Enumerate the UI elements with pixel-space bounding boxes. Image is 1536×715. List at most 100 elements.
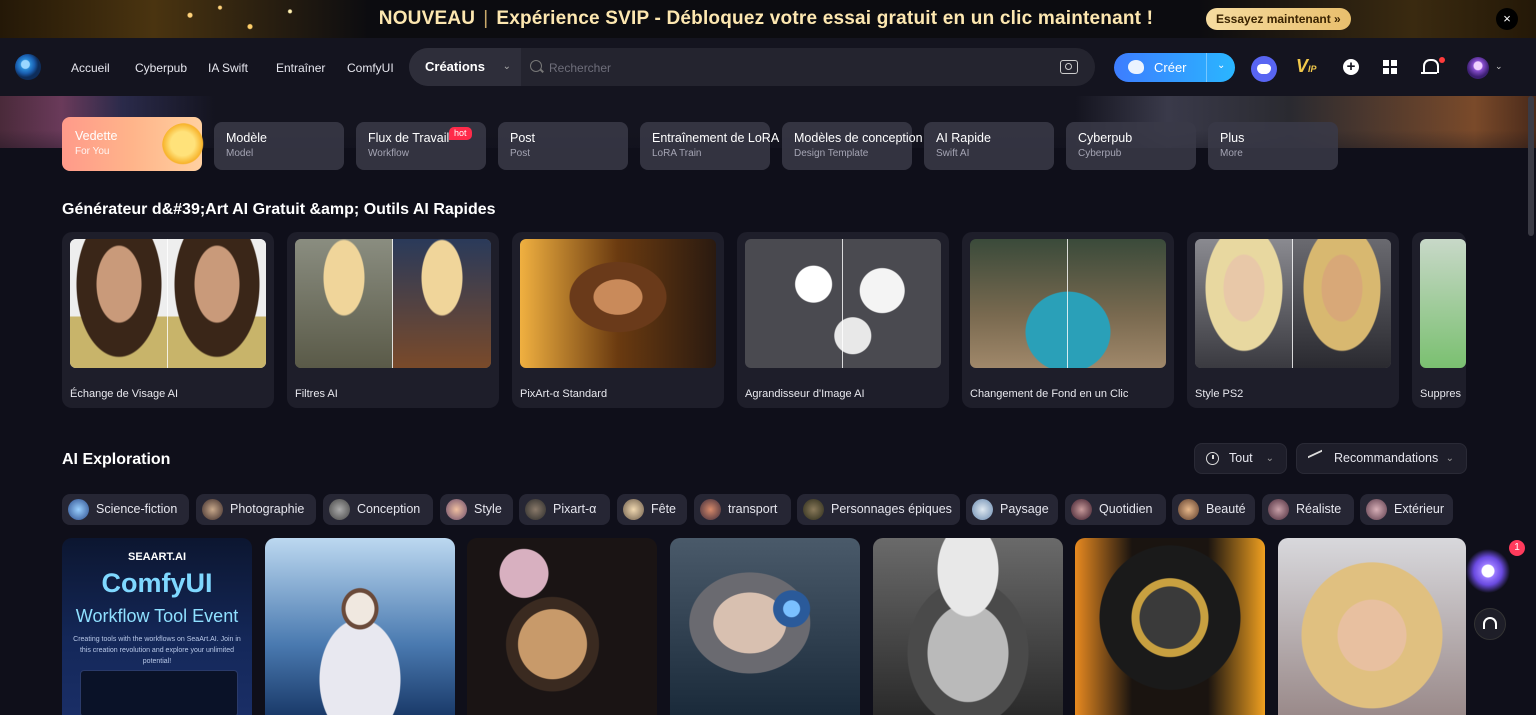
apps-grid-icon[interactable] [1383, 60, 1397, 74]
category-subtitle: Cyberpub [1078, 148, 1122, 159]
tool-label: Filtres AI [295, 388, 338, 400]
gallery-item-7[interactable] [1278, 538, 1466, 715]
gallery-item-5[interactable] [873, 538, 1063, 715]
chip-icon [1366, 499, 1387, 520]
category-workflow[interactable]: Flux de Travail Workflow hot [356, 122, 486, 170]
category-lora-train[interactable]: Entraînement de LoRA LoRA Train [640, 122, 780, 170]
tool-thumbnail [1420, 239, 1466, 368]
category-title: Cyberpub [1078, 131, 1133, 145]
category-more[interactable]: Plus More [1208, 122, 1338, 170]
category-swift-ai[interactable]: AI Rapide Swift AI [924, 122, 1054, 170]
scrollbar[interactable] [1528, 96, 1534, 236]
search-category-label: Créations [425, 59, 485, 74]
chip-quotidien[interactable]: Quotidien [1065, 494, 1166, 525]
chip-icon [202, 499, 223, 520]
promo-banner[interactable]: NOUVEAU | Expérience SVIP - Débloquez votr… [0, 0, 1536, 38]
nav-link-entrainer[interactable]: Entraîner [276, 61, 325, 75]
gallery-item-4[interactable] [670, 538, 860, 715]
avatar[interactable] [1467, 57, 1489, 79]
chip-conception[interactable]: Conception [323, 494, 433, 525]
tool-card-ps2-style[interactable]: Style PS2 [1187, 232, 1399, 408]
chip-pixart[interactable]: Pixart-α [519, 494, 610, 525]
chip-science-fiction[interactable]: Science-fiction [62, 494, 189, 525]
chip-paysage[interactable]: Paysage [966, 494, 1058, 525]
chevron-down-icon[interactable]: ⌄ [1495, 61, 1503, 72]
gallery-item-3[interactable] [467, 538, 657, 715]
ai-assistant-icon[interactable] [1462, 548, 1514, 594]
tool-label: Changement de Fond en un Clic [970, 388, 1129, 400]
promo-text: NOUVEAU | Expérience SVIP - Débloquez votr… [378, 8, 1154, 29]
tool-card-face-swap[interactable]: Échange de Visage AI [62, 232, 274, 408]
gallery-item-comfyui-event[interactable]: SEAART.AI ComfyUI Workflow Tool Event Cr… [62, 538, 252, 715]
event-subtitle: Workflow Tool Event [75, 606, 239, 626]
trending-icon [1308, 449, 1322, 467]
search-category-select[interactable]: Créations ⌄ [409, 48, 521, 86]
event-description: Creating tools with the workflows on Sea… [73, 636, 241, 665]
chip-exterieur[interactable]: Extérieur [1360, 494, 1453, 525]
gallery-item-6[interactable] [1075, 538, 1265, 715]
event-brand: SEAART.AI [128, 551, 187, 563]
chevron-down-icon[interactable]: ⌄ [1217, 60, 1225, 71]
bell-icon[interactable] [1421, 59, 1439, 74]
category-design-template[interactable]: Modèles de conception Design Template [782, 122, 923, 170]
chip-personnages-epiques[interactable]: Personnages épiques [797, 494, 960, 525]
plus-icon[interactable]: + [1343, 59, 1359, 75]
create-button[interactable]: Créer ⌄ [1114, 53, 1235, 82]
chip-icon [1268, 499, 1289, 520]
chip-icon [623, 499, 644, 520]
tool-card-filters[interactable]: Filtres AI [287, 232, 499, 408]
chip-icon [972, 499, 993, 520]
category-title: Post [510, 131, 536, 145]
sort-filter[interactable]: Recommandations ⌄ [1296, 443, 1467, 474]
nav-link-cyberpub[interactable]: Cyberpub [135, 61, 187, 75]
category-subtitle: Post [510, 148, 531, 159]
category-post[interactable]: Post Post [498, 122, 628, 170]
chevron-down-icon: ⌄ [1265, 453, 1274, 464]
nav-link-accueil[interactable]: Accueil [71, 61, 110, 75]
event-screenshot [80, 670, 238, 715]
tool-card-pixart[interactable]: PixArt-α Standard [512, 232, 724, 408]
chip-realiste[interactable]: Réaliste [1262, 494, 1354, 525]
event-title: ComfyUI [101, 568, 213, 598]
tool-card-background-change[interactable]: Changement de Fond en un Clic [962, 232, 1174, 408]
create-label: Créer [1154, 60, 1187, 75]
camera-icon[interactable] [1060, 60, 1078, 74]
chip-icon [700, 499, 721, 520]
search-input[interactable] [547, 57, 1051, 79]
tool-card-remover[interactable]: Suppres [1412, 232, 1466, 408]
chip-beaute[interactable]: Beauté [1172, 494, 1255, 525]
chip-style[interactable]: Style [440, 494, 513, 525]
chevron-down-icon: ⌄ [1445, 453, 1454, 464]
category-cyberpub[interactable]: Cyberpub Cyberpub [1066, 122, 1196, 170]
tool-label: Agrandisseur d'Image AI [745, 388, 865, 400]
tool-thumbnail [745, 239, 941, 368]
tool-thumbnail [970, 239, 1166, 368]
tool-thumbnail [520, 239, 716, 368]
time-filter-label: Tout [1229, 451, 1253, 465]
logo[interactable] [15, 54, 41, 80]
vip-icon[interactable]: VIP [1296, 56, 1317, 77]
chip-fete[interactable]: Fête [617, 494, 687, 525]
category-title: AI Rapide [936, 131, 991, 145]
close-icon[interactable]: × [1496, 8, 1518, 30]
tool-card-upscaler[interactable]: Agrandisseur d'Image AI [737, 232, 949, 408]
sparkle-decoration [130, 0, 330, 38]
promo-new-label: NOUVEAU [378, 8, 476, 29]
discord-icon[interactable] [1251, 56, 1277, 82]
category-title: Entraînement de LoRA [652, 131, 780, 145]
chip-transport[interactable]: transport [694, 494, 791, 525]
nav-link-comfyui[interactable]: ComfyUI [347, 61, 394, 75]
tool-label: Style PS2 [1195, 388, 1244, 400]
nav-link-ia-swift[interactable]: IA Swift [208, 61, 248, 75]
category-title: Plus [1220, 131, 1245, 145]
chip-icon [68, 499, 89, 520]
time-filter[interactable]: Tout ⌄ [1194, 443, 1287, 474]
search-icon [530, 60, 542, 72]
chip-photographie[interactable]: Photographie [196, 494, 316, 525]
category-for-you[interactable]: Vedette For You [62, 117, 208, 171]
headset-icon[interactable] [1474, 608, 1506, 640]
category-model[interactable]: Modèle Model [214, 122, 344, 170]
category-subtitle: Model [226, 148, 254, 159]
gallery-item-2[interactable] [265, 538, 455, 715]
promo-cta-button[interactable]: Essayez maintenant » [1206, 8, 1351, 30]
